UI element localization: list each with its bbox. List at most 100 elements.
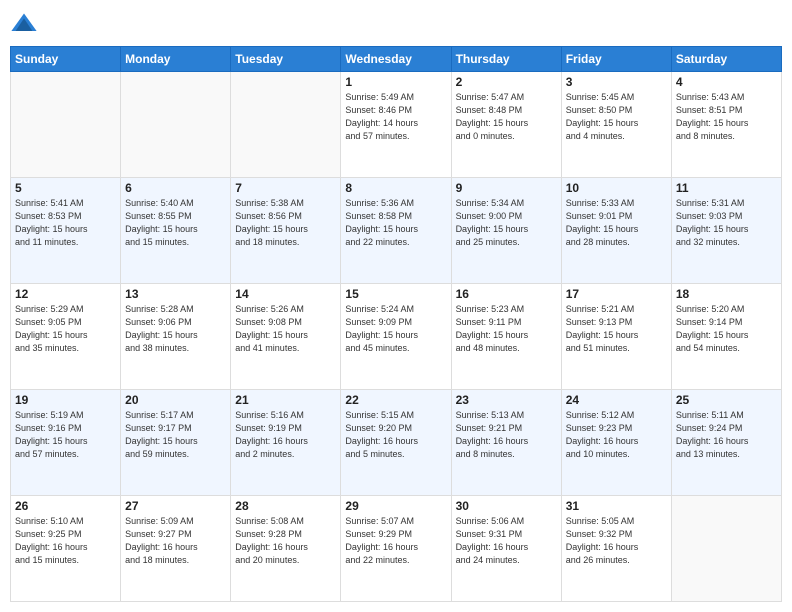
day-info: Sunrise: 5:41 AMSunset: 8:53 PMDaylight:… [15,197,116,249]
day-header-sunday: Sunday [11,47,121,72]
day-info: Sunrise: 5:20 AMSunset: 9:14 PMDaylight:… [676,303,777,355]
calendar-cell: 18 Sunrise: 5:20 AMSunset: 9:14 PMDayligh… [671,284,781,390]
day-number: 22 [345,393,446,407]
day-info: Sunrise: 5:09 AMSunset: 9:27 PMDaylight:… [125,515,226,567]
calendar-header: SundayMondayTuesdayWednesdayThursdayFrid… [11,47,782,72]
day-info: Sunrise: 5:23 AMSunset: 9:11 PMDaylight:… [456,303,557,355]
day-number: 18 [676,287,777,301]
calendar-week-row: 1 Sunrise: 5:49 AMSunset: 8:46 PMDaylight… [11,72,782,178]
calendar-cell: 25 Sunrise: 5:11 AMSunset: 9:24 PMDayligh… [671,390,781,496]
day-number: 31 [566,499,667,513]
calendar-cell: 14Sunrise: 5:26 AMSunset: 9:08 PMDayligh… [231,284,341,390]
day-number: 26 [15,499,116,513]
day-number: 14 [235,287,336,301]
day-number: 27 [125,499,226,513]
calendar-cell: 6 Sunrise: 5:40 AMSunset: 8:55 PMDaylight… [121,178,231,284]
calendar-week-row: 19 Sunrise: 5:19 AMSunset: 9:16 PMDayligh… [11,390,782,496]
day-number: 8 [345,181,446,195]
calendar-cell: 11 Sunrise: 5:31 AMSunset: 9:03 PMDayligh… [671,178,781,284]
day-info: Sunrise: 5:36 AMSunset: 8:58 PMDaylight:… [345,197,446,249]
calendar-cell: 27 Sunrise: 5:09 AMSunset: 9:27 PMDayligh… [121,496,231,602]
day-info: Sunrise: 5:07 AMSunset: 9:29 PMDaylight:… [345,515,446,567]
page: SundayMondayTuesdayWednesdayThursdayFrid… [0,0,792,612]
calendar-cell: 10 Sunrise: 5:33 AMSunset: 9:01 PMDayligh… [561,178,671,284]
calendar-cell: 31 Sunrise: 5:05 AMSunset: 9:32 PMDayligh… [561,496,671,602]
calendar-cell: 13 Sunrise: 5:28 AMSunset: 9:06 PMDayligh… [121,284,231,390]
calendar-cell: 28 Sunrise: 5:08 AMSunset: 9:28 PMDayligh… [231,496,341,602]
day-number: 25 [676,393,777,407]
calendar-cell: 20Sunrise: 5:17 AMSunset: 9:17 PMDayligh… [121,390,231,496]
calendar-cell: 9 Sunrise: 5:34 AMSunset: 9:00 PMDaylight… [451,178,561,284]
calendar-cell [11,72,121,178]
day-header-monday: Monday [121,47,231,72]
day-number: 10 [566,181,667,195]
calendar-cell: 15Sunrise: 5:24 AMSunset: 9:09 PMDayligh… [341,284,451,390]
calendar-cell: 22Sunrise: 5:15 AMSunset: 9:20 PMDayligh… [341,390,451,496]
day-number: 1 [345,75,446,89]
day-number: 2 [456,75,557,89]
day-header-wednesday: Wednesday [341,47,451,72]
day-info: Sunrise: 5:38 AMSunset: 8:56 PMDaylight:… [235,197,336,249]
day-info: Sunrise: 5:19 AMSunset: 9:16 PMDaylight:… [15,409,116,461]
day-number: 11 [676,181,777,195]
day-number: 30 [456,499,557,513]
day-info: Sunrise: 5:31 AMSunset: 9:03 PMDaylight:… [676,197,777,249]
logo-icon [10,10,38,38]
calendar-cell: 21 Sunrise: 5:16 AMSunset: 9:19 PMDayligh… [231,390,341,496]
day-headers-row: SundayMondayTuesdayWednesdayThursdayFrid… [11,47,782,72]
calendar-cell: 16Sunrise: 5:23 AMSunset: 9:11 PMDayligh… [451,284,561,390]
calendar-week-row: 5Sunrise: 5:41 AMSunset: 8:53 PMDaylight… [11,178,782,284]
calendar-cell: 4Sunrise: 5:43 AMSunset: 8:51 PMDaylight… [671,72,781,178]
day-header-tuesday: Tuesday [231,47,341,72]
calendar-body: 1 Sunrise: 5:49 AMSunset: 8:46 PMDaylight… [11,72,782,602]
day-number: 19 [15,393,116,407]
calendar-cell: 8 Sunrise: 5:36 AMSunset: 8:58 PMDaylight… [341,178,451,284]
day-info: Sunrise: 5:11 AMSunset: 9:24 PMDaylight:… [676,409,777,461]
calendar-table: SundayMondayTuesdayWednesdayThursdayFrid… [10,46,782,602]
day-number: 17 [566,287,667,301]
day-number: 4 [676,75,777,89]
calendar-cell: 17 Sunrise: 5:21 AMSunset: 9:13 PMDayligh… [561,284,671,390]
calendar-cell: 26Sunrise: 5:10 AMSunset: 9:25 PMDayligh… [11,496,121,602]
day-number: 6 [125,181,226,195]
day-number: 12 [15,287,116,301]
day-number: 28 [235,499,336,513]
day-number: 3 [566,75,667,89]
day-number: 7 [235,181,336,195]
day-info: Sunrise: 5:28 AMSunset: 9:06 PMDaylight:… [125,303,226,355]
day-header-thursday: Thursday [451,47,561,72]
calendar-cell: 30 Sunrise: 5:06 AMSunset: 9:31 PMDayligh… [451,496,561,602]
day-number: 21 [235,393,336,407]
day-info: Sunrise: 5:13 AMSunset: 9:21 PMDaylight:… [456,409,557,461]
calendar-cell [671,496,781,602]
calendar-cell: 24Sunrise: 5:12 AMSunset: 9:23 PMDayligh… [561,390,671,496]
logo [10,10,42,38]
day-info: Sunrise: 5:05 AMSunset: 9:32 PMDaylight:… [566,515,667,567]
calendar-week-row: 26Sunrise: 5:10 AMSunset: 9:25 PMDayligh… [11,496,782,602]
day-number: 13 [125,287,226,301]
day-info: Sunrise: 5:08 AMSunset: 9:28 PMDaylight:… [235,515,336,567]
calendar-cell [231,72,341,178]
day-info: Sunrise: 5:16 AMSunset: 9:19 PMDaylight:… [235,409,336,461]
day-header-friday: Friday [561,47,671,72]
day-info: Sunrise: 5:12 AMSunset: 9:23 PMDaylight:… [566,409,667,461]
calendar-cell: 29 Sunrise: 5:07 AMSunset: 9:29 PMDayligh… [341,496,451,602]
day-number: 29 [345,499,446,513]
calendar-cell: 3 Sunrise: 5:45 AMSunset: 8:50 PMDaylight… [561,72,671,178]
calendar-cell: 5Sunrise: 5:41 AMSunset: 8:53 PMDaylight… [11,178,121,284]
day-info: Sunrise: 5:49 AMSunset: 8:46 PMDaylight:… [345,91,446,143]
calendar-cell [121,72,231,178]
day-info: Sunrise: 5:34 AMSunset: 9:00 PMDaylight:… [456,197,557,249]
day-info: Sunrise: 5:40 AMSunset: 8:55 PMDaylight:… [125,197,226,249]
header [10,10,782,38]
day-info: Sunrise: 5:33 AMSunset: 9:01 PMDaylight:… [566,197,667,249]
day-info: Sunrise: 5:45 AMSunset: 8:50 PMDaylight:… [566,91,667,143]
day-info: Sunrise: 5:21 AMSunset: 9:13 PMDaylight:… [566,303,667,355]
calendar-cell: 12 Sunrise: 5:29 AMSunset: 9:05 PMDayligh… [11,284,121,390]
calendar-cell: 7 Sunrise: 5:38 AMSunset: 8:56 PMDaylight… [231,178,341,284]
day-info: Sunrise: 5:29 AMSunset: 9:05 PMDaylight:… [15,303,116,355]
calendar-cell: 19 Sunrise: 5:19 AMSunset: 9:16 PMDayligh… [11,390,121,496]
calendar-cell: 23Sunrise: 5:13 AMSunset: 9:21 PMDayligh… [451,390,561,496]
day-number: 9 [456,181,557,195]
day-info: Sunrise: 5:06 AMSunset: 9:31 PMDaylight:… [456,515,557,567]
